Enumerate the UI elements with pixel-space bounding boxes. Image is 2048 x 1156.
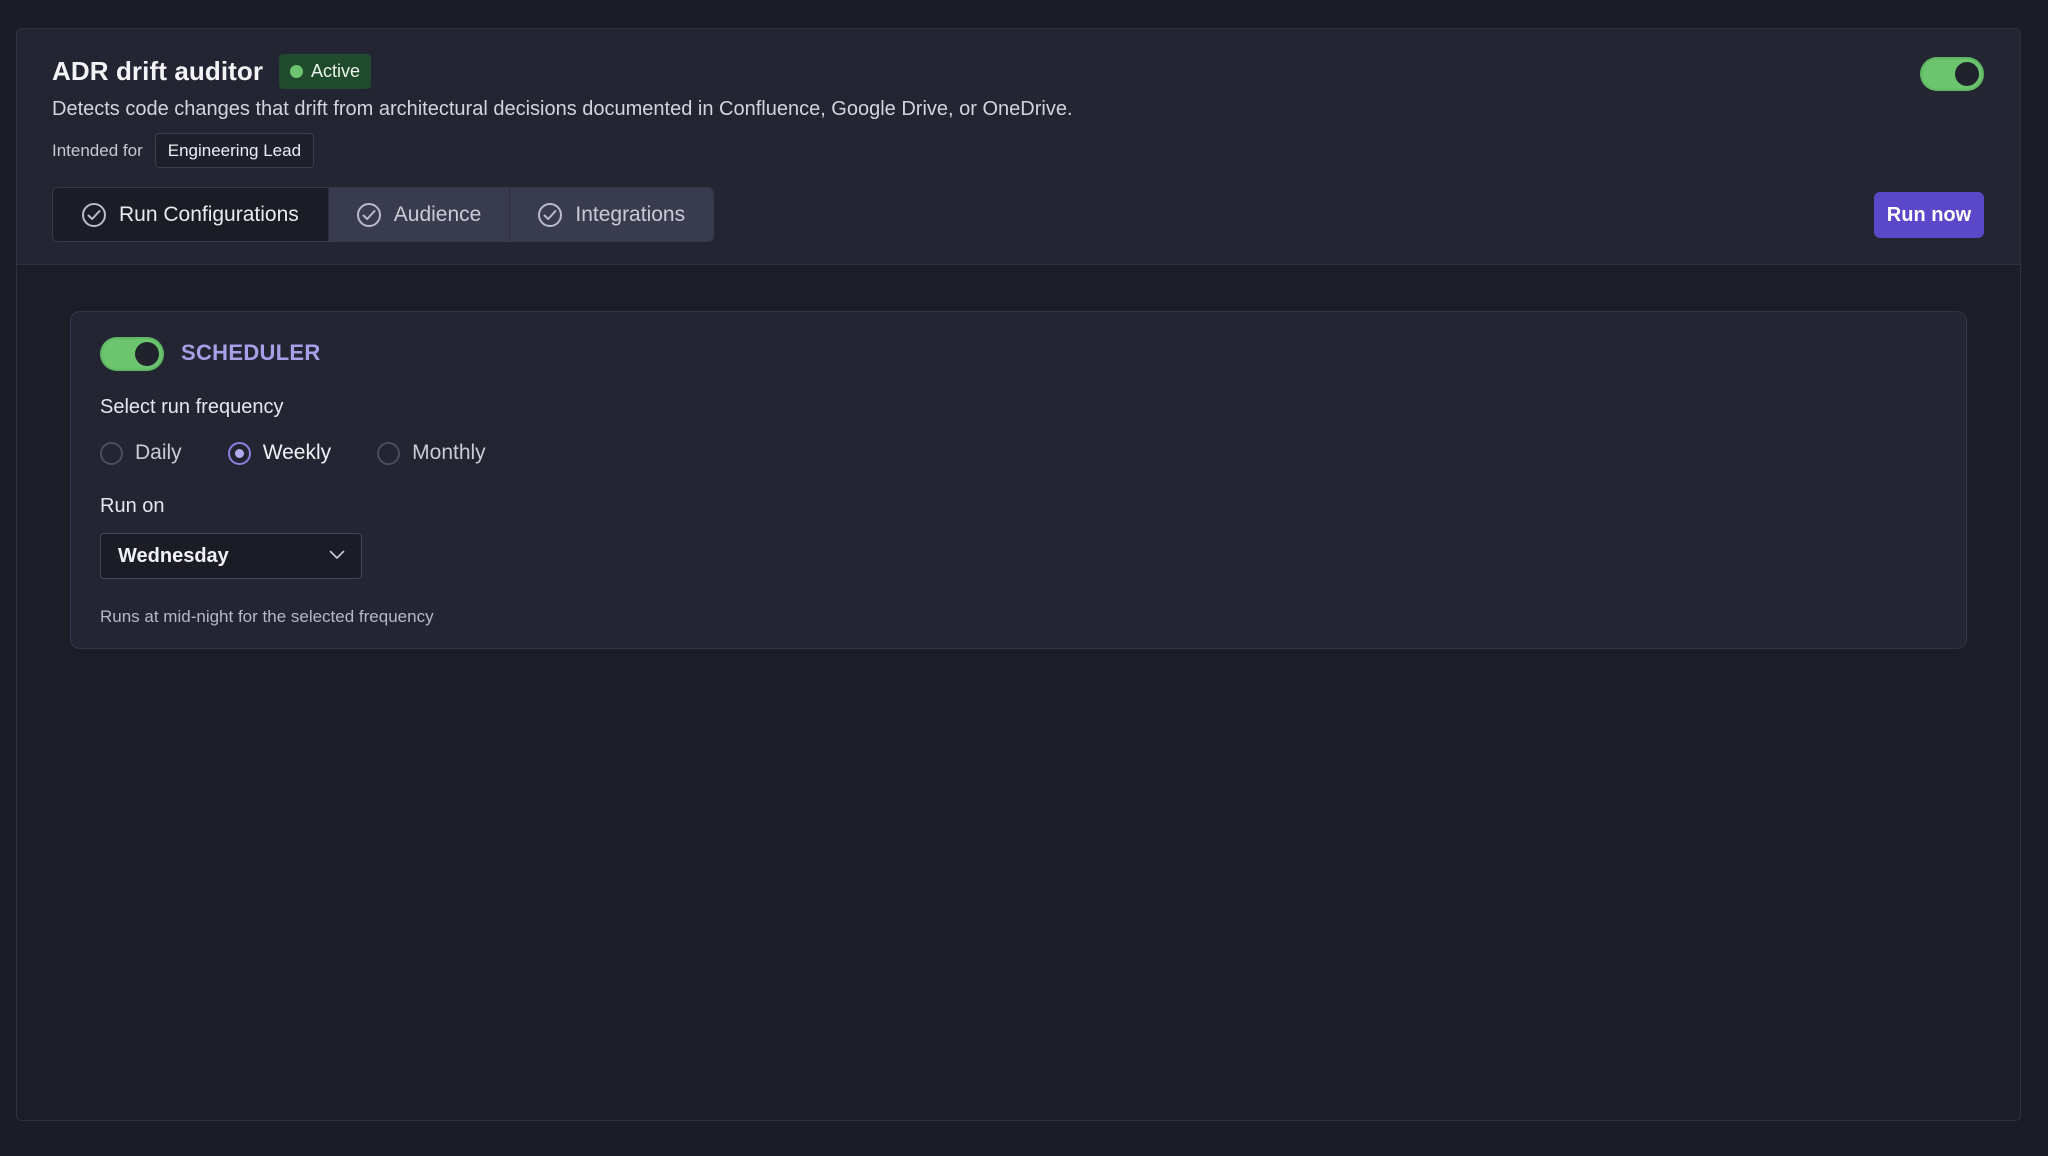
scheduler-title: SCHEDULER bbox=[181, 340, 321, 365]
run-on-label: Run on bbox=[100, 495, 165, 517]
tab-label: Integrations bbox=[575, 202, 686, 226]
toggle-knob bbox=[135, 342, 159, 366]
agent-panel: ADR drift auditor Active Detects code ch… bbox=[16, 28, 2021, 1121]
frequency-label: Select run frequency bbox=[100, 396, 284, 418]
radio-circle-icon bbox=[377, 441, 401, 465]
check-circle-icon bbox=[82, 202, 106, 227]
config-tabs: Run Configurations Audience Integrations bbox=[52, 187, 715, 242]
chevron-down-icon bbox=[329, 547, 345, 565]
frequency-radio-group: Daily Weekly Monthly bbox=[100, 441, 532, 465]
radio-weekly[interactable]: Weekly bbox=[227, 441, 332, 465]
agent-description: Detects code changes that drift from arc… bbox=[52, 98, 1073, 120]
radio-label: Monthly bbox=[412, 441, 486, 464]
tab-integrations[interactable]: Integrations bbox=[509, 188, 714, 241]
status-badge: Active bbox=[279, 54, 372, 89]
status-dot-icon bbox=[290, 65, 303, 78]
tab-label: Audience bbox=[393, 202, 482, 226]
intended-for-tag: Engineering Lead bbox=[154, 133, 315, 168]
tab-run-configurations[interactable]: Run Configurations bbox=[53, 188, 328, 241]
agent-title: ADR drift auditor bbox=[52, 56, 264, 86]
scheduler-toggle[interactable] bbox=[100, 337, 164, 371]
agent-header: ADR drift auditor Active Detects code ch… bbox=[17, 29, 2020, 265]
check-circle-icon bbox=[538, 202, 563, 227]
radio-selected-icon bbox=[227, 441, 251, 465]
status-text: Active bbox=[311, 61, 361, 81]
scheduler-hint: Runs at mid-night for the selected frequ… bbox=[100, 607, 434, 626]
run-on-select[interactable]: Wednesday bbox=[100, 533, 362, 579]
tab-audience[interactable]: Audience bbox=[327, 188, 510, 241]
agent-enabled-toggle[interactable] bbox=[1920, 57, 1984, 91]
radio-monthly[interactable]: Monthly bbox=[377, 441, 486, 465]
radio-daily[interactable]: Daily bbox=[100, 441, 182, 465]
intended-for: Intended for Engineering Lead bbox=[52, 133, 315, 168]
radio-label: Daily bbox=[135, 441, 182, 464]
radio-label: Weekly bbox=[262, 441, 332, 464]
intended-for-label: Intended for bbox=[52, 140, 143, 160]
run-now-button[interactable]: Run now bbox=[1874, 192, 1984, 238]
radio-circle-icon bbox=[100, 441, 123, 465]
toggle-knob bbox=[1955, 62, 1979, 86]
check-circle-icon bbox=[356, 202, 381, 227]
tab-label: Run Configurations bbox=[119, 202, 299, 226]
run-on-value: Wednesday bbox=[118, 544, 229, 567]
scheduler-card: SCHEDULER Select run frequency Daily Wee… bbox=[70, 311, 1967, 649]
